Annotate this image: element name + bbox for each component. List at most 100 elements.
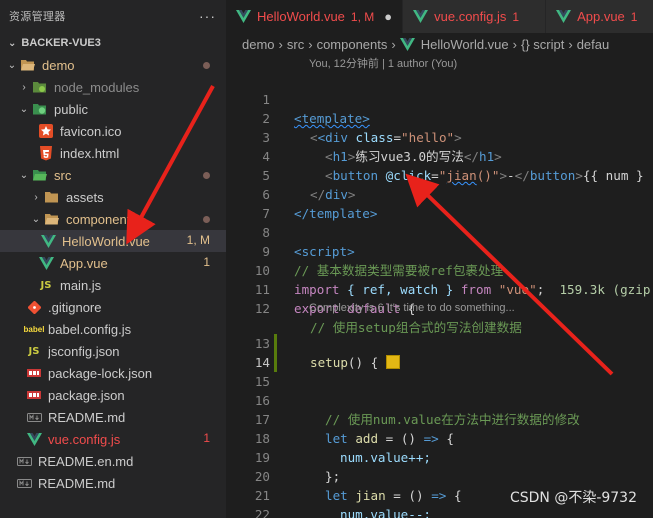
- chevron-right-icon: ›: [34, 191, 38, 203]
- tab-label: App.vue: [577, 9, 625, 24]
- code-line: 5 </div>: [226, 147, 653, 202]
- breadcrumb-item[interactable]: defau: [577, 37, 610, 52]
- code-line: 21 num.value--;: [226, 467, 653, 518]
- tree-file-favicon[interactable]: favicon.ico: [0, 120, 226, 142]
- code-line: 10 import { ref, watch } from "vue"; 159…: [226, 242, 653, 297]
- code-line: 14: [226, 334, 653, 370]
- chevron-down-icon: ⌄: [19, 169, 29, 181]
- chevron-down-icon: ⌄: [8, 37, 17, 49]
- unsaved-dot-icon[interactable]: ●: [384, 9, 392, 24]
- vue-icon: [399, 37, 415, 51]
- vue-icon: [556, 10, 572, 23]
- tree-file-package-json[interactable]: package.json: [0, 384, 226, 406]
- tree-file-index-html[interactable]: index.html: [0, 142, 226, 164]
- npm-icon: [26, 365, 42, 381]
- node-folder-icon: [32, 79, 48, 95]
- tree-label: favicon.ico: [60, 123, 122, 139]
- code-line: 4 <button @click="jian()">-</button>{{ n…: [226, 128, 653, 183]
- vue-config-icon: [26, 431, 42, 447]
- tree-file-package-lock[interactable]: package-lock.json: [0, 362, 226, 384]
- tab-vue-config[interactable]: vue.config.js 1: [403, 0, 547, 33]
- breadcrumb-item[interactable]: demo: [242, 37, 275, 52]
- tree-label: demo: [42, 57, 75, 73]
- tree-label: public: [54, 101, 88, 117]
- tree-file-main-js[interactable]: JS main.js: [0, 274, 226, 296]
- code-line: 7: [226, 185, 653, 221]
- vue-icon: [40, 233, 56, 249]
- folder-open-icon: [44, 211, 60, 227]
- explorer-header: 资源管理器 ···: [0, 0, 226, 32]
- modified-dot: [203, 62, 210, 69]
- src-folder-icon: [32, 167, 48, 183]
- chevron-down-icon: ⌄: [7, 59, 17, 71]
- breadcrumb-item[interactable]: HelloWorld.vue: [421, 37, 509, 52]
- breadcrumb-item[interactable]: src: [287, 37, 304, 52]
- tree-file-gitignore[interactable]: .gitignore: [0, 296, 226, 318]
- editor-tabs: HelloWorld.vue 1, M ● vue.config.js 1 Ap…: [226, 0, 653, 33]
- markdown-icon: [26, 409, 42, 425]
- code-line: 2 <<div class="hello">: [226, 90, 653, 145]
- code-line: 12 // 使用setup组合式的写法创建数据: [226, 280, 653, 335]
- vue-icon: [236, 10, 251, 23]
- tree-file-readme-root[interactable]: README.md: [0, 472, 226, 494]
- html5-icon: [38, 145, 54, 161]
- tree-label: node_modules: [54, 79, 140, 95]
- tree-label: components: [66, 211, 137, 227]
- tree-file-readme-demo[interactable]: README.md: [0, 406, 226, 428]
- tree-label: index.html: [60, 145, 120, 161]
- tree-file-jsconfig[interactable]: JS jsconfig.json: [0, 340, 226, 362]
- tab-badge: 1, M: [350, 9, 375, 24]
- code-line: 17 let add = () => {: [226, 391, 653, 446]
- tree-badge: 1: [203, 255, 210, 269]
- code-line: 8 <script>: [226, 204, 653, 259]
- tab-badge: 1: [512, 9, 520, 24]
- chevron-right-icon: ›: [512, 36, 517, 52]
- git-icon: [26, 299, 42, 315]
- folder-icon: [44, 189, 60, 205]
- tree-folder-demo[interactable]: ⌄ demo: [0, 54, 226, 76]
- code-line: 18 num.value++;: [226, 410, 653, 465]
- code-line: 6 </template>: [226, 166, 653, 221]
- tab-label: HelloWorld.vue: [257, 9, 345, 24]
- npm-icon: [26, 387, 42, 403]
- tree-folder-public[interactable]: ⌄ public: [0, 98, 226, 120]
- chevron-right-icon: ›: [391, 36, 396, 52]
- tree-folder-assets[interactable]: › assets: [0, 186, 226, 208]
- tree-file-readme-en[interactable]: README.en.md: [0, 450, 226, 472]
- chevron-right-icon: ›: [568, 36, 573, 52]
- breadcrumb-item[interactable]: {} script: [521, 37, 564, 52]
- tree-file-babel-config[interactable]: babel babel.config.js: [0, 318, 226, 340]
- code-line: 11 export default {: [226, 261, 653, 316]
- tree-label: babel.config.js: [48, 321, 132, 337]
- tab-helloworld[interactable]: HelloWorld.vue 1, M ●: [226, 0, 404, 33]
- chevron-right-icon: ›: [22, 81, 26, 93]
- tree-label: package-lock.json: [48, 365, 153, 381]
- tab-app-vue[interactable]: App.vue 1: [546, 0, 653, 33]
- tree-label: App.vue: [60, 255, 108, 271]
- tree-folder-src[interactable]: ⌄ src: [0, 164, 226, 186]
- modified-dot: [203, 216, 210, 223]
- workspace-section[interactable]: ⌄ BACKER-VUE3: [0, 32, 226, 54]
- markdown-icon: [16, 453, 32, 469]
- tree-folder-components[interactable]: ⌄ components: [0, 208, 226, 230]
- tree-label: .gitignore: [48, 299, 102, 315]
- more-actions-icon[interactable]: ···: [199, 8, 216, 24]
- vue-icon: [38, 255, 54, 271]
- tree-badge: 1: [203, 431, 210, 445]
- code-line: 9 // 基本数据类型需要被ref包裹处理: [226, 223, 653, 278]
- breadcrumb-item[interactable]: components: [317, 37, 388, 52]
- tree-folder-node-modules[interactable]: › node_modules: [0, 76, 226, 98]
- tree-label: README.md: [38, 475, 116, 491]
- chevron-down-icon: ⌄: [31, 213, 41, 225]
- watermark: CSDN @不染-9732: [509, 490, 637, 506]
- tree-file-helloworld[interactable]: HelloWorld.vue 1, M: [0, 230, 226, 252]
- js-icon: JS: [40, 279, 52, 291]
- tab-label: vue.config.js: [434, 9, 507, 24]
- chevron-right-icon: ›: [308, 36, 313, 52]
- code-editor[interactable]: You, 12分钟前 | 1 author (You) 1 <template>…: [226, 55, 653, 518]
- chevron-right-icon: ›: [278, 36, 283, 52]
- tree-label: assets: [66, 189, 104, 205]
- tree-file-app-vue[interactable]: App.vue 1: [0, 252, 226, 274]
- tree-file-vue-config[interactable]: vue.config.js 1: [0, 428, 226, 450]
- modified-dot: [203, 172, 210, 179]
